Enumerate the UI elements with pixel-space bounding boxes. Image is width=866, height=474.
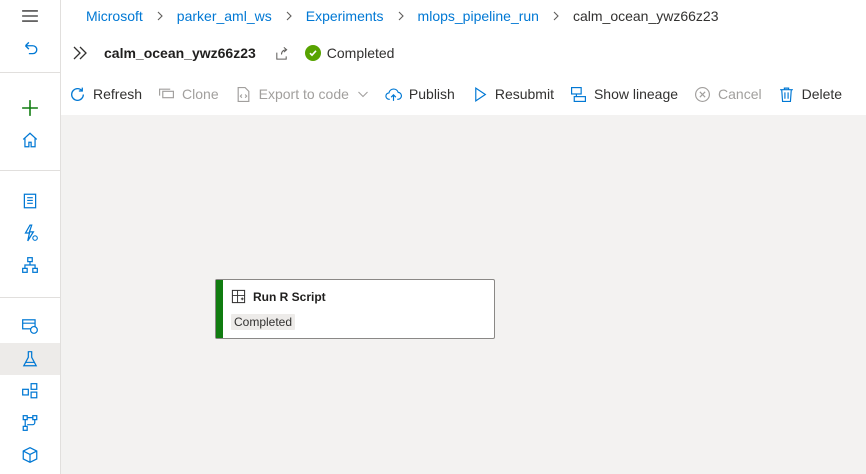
command-bar: Refresh Clone Export to code Publish Res… [61,76,866,112]
node-header: Run R Script [231,289,326,304]
node-status-bar [216,280,223,338]
create-new-button[interactable] [0,92,60,124]
refresh-label: Refresh [93,86,143,102]
datasets-icon [22,319,38,334]
endpoints-nav-button[interactable] [0,439,60,471]
resubmit-button[interactable]: Resubmit [463,76,562,112]
home-nav-button[interactable] [0,124,60,156]
cloud-upload-icon [385,88,402,101]
automl-icon [24,224,38,242]
clone-label: Clone [182,86,219,102]
cancel-label: Cancel [718,86,762,102]
share-button[interactable] [274,46,289,61]
pipeline-canvas[interactable]: Run R Script Completed [61,115,866,474]
chevron-down-icon [358,91,368,98]
publish-button[interactable]: Publish [377,76,463,112]
home-icon [22,132,38,148]
hamburger-menu-button[interactable] [0,0,60,32]
show-lineage-button[interactable]: Show lineage [562,76,686,112]
clone-icon [159,88,175,98]
models-nav-button[interactable] [0,407,60,439]
rail-divider [0,170,60,171]
app-root: Microsoft parker_aml_ws Experiments mlop… [0,0,866,474]
run-status: Completed [304,45,395,61]
plus-icon [22,100,38,116]
check-circle-icon [304,45,321,61]
status-label: Completed [326,45,395,61]
pipeline-node-run-r-script[interactable]: Run R Script Completed [215,279,495,339]
breadcrumb-link-experiment[interactable]: mlops_pipeline_run [418,8,539,24]
double-chevron-right-icon [73,46,87,60]
endpoints-icon [22,446,38,464]
pipelines-nav-button[interactable] [0,375,60,407]
refresh-icon [71,87,84,101]
back-icon [25,41,38,55]
publish-label: Publish [408,86,455,102]
chevron-right-icon [155,11,165,21]
share-icon [276,46,288,60]
play-icon [475,86,487,102]
models-icon [22,415,38,431]
export-to-code-label: Export to code [258,86,349,102]
chevron-right-icon [396,11,406,21]
node-title: Run R Script [253,289,326,304]
left-nav-rail [0,0,61,474]
designer-nav-button[interactable] [0,249,60,281]
rail-divider [0,72,60,73]
experiments-nav-button[interactable] [0,343,60,375]
delete-button[interactable]: Delete [770,76,850,112]
notebook-icon [23,193,37,209]
module-icon [231,289,246,304]
show-lineage-label: Show lineage [593,86,679,102]
delete-icon [779,87,793,102]
resubmit-label: Resubmit [494,86,554,102]
notebooks-nav-button[interactable] [0,185,60,217]
chevron-right-icon [284,11,294,21]
breadcrumb-link-experiments[interactable]: Experiments [306,8,384,24]
chevron-right-icon [551,11,561,21]
breadcrumb-current: calm_ocean_ywz66z23 [572,8,719,24]
refresh-button[interactable]: Refresh [61,76,150,112]
page-title: calm_ocean_ywz66z23 [104,45,256,61]
datasets-nav-button[interactable] [0,310,60,342]
node-status-badge: Completed [231,314,296,330]
breadcrumb-link-workspace-org[interactable]: Microsoft [86,8,143,24]
automl-nav-button[interactable] [0,217,60,249]
breadcrumb-link-workspace[interactable]: parker_aml_ws [177,8,272,24]
designer-icon [22,257,38,273]
export-code-icon [237,86,250,102]
breadcrumb: Microsoft parker_aml_ws Experiments mlop… [86,0,719,32]
lineage-icon [570,86,586,102]
run-header: calm_ocean_ywz66z23 Completed [61,33,866,73]
cancel-icon [695,86,711,102]
pipelines-icon [22,383,38,399]
experiments-icon [22,351,38,367]
hamburger-icon [22,10,38,22]
cancel-button[interactable]: Cancel [686,76,770,112]
expand-panel-button[interactable] [64,37,96,69]
delete-label: Delete [801,86,843,102]
export-to-code-button[interactable]: Export to code [227,76,377,112]
rail-divider [0,297,60,298]
clone-button[interactable]: Clone [150,76,227,112]
back-button[interactable] [0,32,60,64]
